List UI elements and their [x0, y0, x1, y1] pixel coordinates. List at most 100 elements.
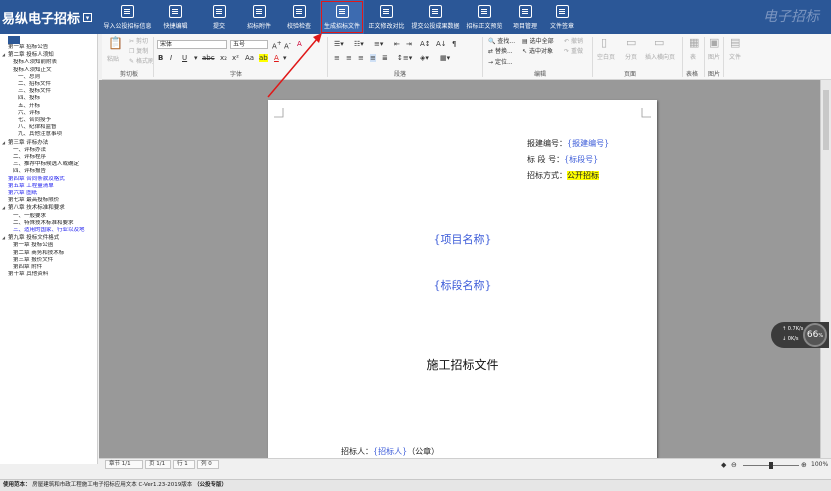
- align-right-icon[interactable]: ≡: [358, 54, 364, 62]
- chinese-layout-icon[interactable]: A↕: [420, 40, 431, 48]
- table-icon[interactable]: ▦: [689, 37, 699, 48]
- outline-item[interactable]: 第二章 商务和技术标: [0, 250, 97, 257]
- outline-item[interactable]: ◢ 第九章 投标文件格式: [0, 234, 97, 242]
- tender-method-value[interactable]: 公开招标: [567, 171, 599, 180]
- file-button[interactable]: 文件: [729, 54, 741, 62]
- align-left-icon[interactable]: ≡: [334, 54, 340, 62]
- replace-button[interactable]: ⇄ 替换...: [488, 48, 513, 56]
- outline-item[interactable]: 三、推荐中标候选人或确定: [0, 161, 97, 168]
- file-icon[interactable]: ▤: [730, 37, 740, 48]
- image-button[interactable]: 图片: [708, 54, 720, 62]
- outline-item[interactable]: 投标人须知正文: [0, 67, 97, 74]
- paste-button[interactable]: 粘贴: [107, 56, 119, 64]
- clear-format-icon[interactable]: A: [297, 40, 302, 48]
- compare-button[interactable]: 正文修改对比: [364, 0, 409, 34]
- blank-page-icon[interactable]: ▯: [601, 37, 607, 48]
- submit-result-button[interactable]: 提交公投成果数据: [409, 0, 462, 34]
- page-break-button[interactable]: 分页: [625, 54, 637, 62]
- outline-item[interactable]: 三、投标文件: [0, 88, 97, 95]
- increase-indent-icon[interactable]: ⇥: [406, 40, 412, 48]
- bold-icon[interactable]: B: [158, 54, 163, 62]
- numbered-list-icon[interactable]: ☷▾: [354, 40, 364, 48]
- outline-item[interactable]: 九、其他注意事项: [0, 131, 97, 138]
- report-number-placeholder[interactable]: {报建编号}: [567, 139, 609, 148]
- font-color-icon[interactable]: A: [274, 54, 279, 62]
- select-all-button[interactable]: ▤ 选中全部: [522, 38, 554, 46]
- outline-item[interactable]: 二、招标文件: [0, 81, 97, 88]
- align-center-icon[interactable]: ≡: [346, 54, 352, 62]
- select-object-button[interactable]: ↖ 选中对象: [522, 48, 553, 56]
- insert-landscape-button[interactable]: 插入横向页: [645, 54, 675, 62]
- fit-width-icon[interactable]: ◆: [721, 461, 726, 469]
- superscript-icon[interactable]: x²: [232, 54, 239, 62]
- project-name-placeholder[interactable]: {项目名称}: [268, 231, 657, 247]
- multilevel-list-icon[interactable]: ≡▾: [374, 40, 383, 48]
- font-family-select[interactable]: 宋体: [157, 40, 227, 49]
- format-painter-button[interactable]: ✎ 格式刷: [129, 58, 154, 66]
- landscape-page-icon[interactable]: ▭: [654, 37, 664, 48]
- zoom-out-icon[interactable]: ⊖: [731, 461, 737, 469]
- change-case-icon[interactable]: Aa: [245, 54, 254, 62]
- outline-item[interactable]: ◢ 第八章 技术标准和要求: [0, 204, 97, 212]
- generate-tender-file-button[interactable]: 生成招标文件: [320, 0, 364, 34]
- outline-item[interactable]: 投标人须知前附表: [0, 59, 97, 66]
- preview-button[interactable]: 招标正文预览: [462, 0, 507, 34]
- logo-menu-icon[interactable]: ▾: [83, 12, 93, 22]
- tenderer-placeholder[interactable]: {招标人}: [373, 447, 407, 456]
- network-speed-widget[interactable]: ↑ 0.7K/s ↓ 0K/s 66%: [771, 322, 829, 348]
- outline-item[interactable]: 四、投标: [0, 95, 97, 102]
- section-number-placeholder[interactable]: {标段号}: [564, 155, 598, 164]
- border-icon[interactable]: ▦▾: [440, 54, 450, 62]
- outline-item[interactable]: 第四章 合同条款及格式: [0, 176, 97, 183]
- document-page[interactable]: 报建编号：{报建编号} 标 段 号：{标段号} 招标方式：公开招标 {项目名称}…: [268, 100, 657, 458]
- import-info-button[interactable]: 导入公投招标信息: [102, 0, 153, 34]
- outline-item[interactable]: 第三章 报价文件: [0, 257, 97, 264]
- justify-icon[interactable]: ≡: [370, 54, 376, 62]
- outline-item[interactable]: 五、开标: [0, 103, 97, 110]
- font-color-dropdown-icon[interactable]: ▾: [283, 54, 287, 62]
- validate-button[interactable]: 校验检查: [278, 0, 320, 34]
- bullet-list-icon[interactable]: ☰▾: [334, 40, 344, 48]
- goto-button[interactable]: → 定位...: [488, 59, 513, 67]
- blank-page-button[interactable]: 空白页: [597, 54, 615, 62]
- image-icon[interactable]: ▣: [709, 37, 719, 48]
- outline-item[interactable]: 一、评标办法: [0, 147, 97, 154]
- outline-item[interactable]: 一、总则: [0, 74, 97, 81]
- outline-item[interactable]: ◢ 第三章 评标办法: [0, 139, 97, 147]
- underline-icon[interactable]: U: [182, 54, 187, 62]
- outline-item[interactable]: 第一章 招标公告: [0, 44, 97, 51]
- outline-item[interactable]: 七、合同授予: [0, 117, 97, 124]
- highlight-icon[interactable]: ab: [259, 54, 268, 62]
- attachment-button[interactable]: 招标附件: [240, 0, 278, 34]
- shading-icon[interactable]: ◈▾: [420, 54, 429, 62]
- zoom-slider-thumb[interactable]: [769, 462, 773, 469]
- scrollbar-thumb[interactable]: [823, 90, 829, 150]
- outline-item[interactable]: 八、纪律和监督: [0, 124, 97, 131]
- outline-item[interactable]: 第七章 最高投标限价: [0, 197, 97, 204]
- underline-style-icon[interactable]: ▾: [194, 54, 198, 62]
- italic-icon[interactable]: I: [170, 54, 172, 62]
- sort-icon[interactable]: A↓: [436, 40, 447, 48]
- outline-item[interactable]: 第四章 附件: [0, 264, 97, 271]
- outline-item[interactable]: 第十章 其他资料: [0, 271, 97, 278]
- line-spacing-icon[interactable]: ↕≡▾: [397, 54, 412, 62]
- vertical-scrollbar[interactable]: [820, 80, 831, 458]
- shrink-font-icon[interactable]: A-: [284, 40, 291, 50]
- outline-item[interactable]: 第一章 投标公函: [0, 242, 97, 249]
- outline-item[interactable]: ◢ 第二章 投标人须知: [0, 51, 97, 59]
- section-name-placeholder[interactable]: {标段名称}: [268, 277, 657, 293]
- cut-button[interactable]: ✂ 剪切: [129, 38, 148, 46]
- outline-item[interactable]: 六、评标: [0, 110, 97, 117]
- grow-font-icon[interactable]: A+: [272, 40, 282, 50]
- outline-item[interactable]: 第五章 工程量清单: [0, 183, 97, 190]
- project-manage-button[interactable]: 项目管理: [507, 0, 543, 34]
- distributed-icon[interactable]: ≣: [382, 54, 388, 62]
- outline-item[interactable]: 三、适用的国家、行业以及地: [0, 227, 97, 234]
- table-button[interactable]: 表: [690, 54, 696, 62]
- subscript-icon[interactable]: x₂: [220, 54, 227, 62]
- undo-button[interactable]: ↶ 撤销: [564, 38, 583, 46]
- font-size-select[interactable]: 五号: [230, 40, 268, 49]
- page-break-icon[interactable]: ▭: [626, 37, 636, 48]
- outline-item[interactable]: 二、特殊技术标准和要求: [0, 220, 97, 227]
- redo-button[interactable]: ↷ 重做: [564, 48, 583, 56]
